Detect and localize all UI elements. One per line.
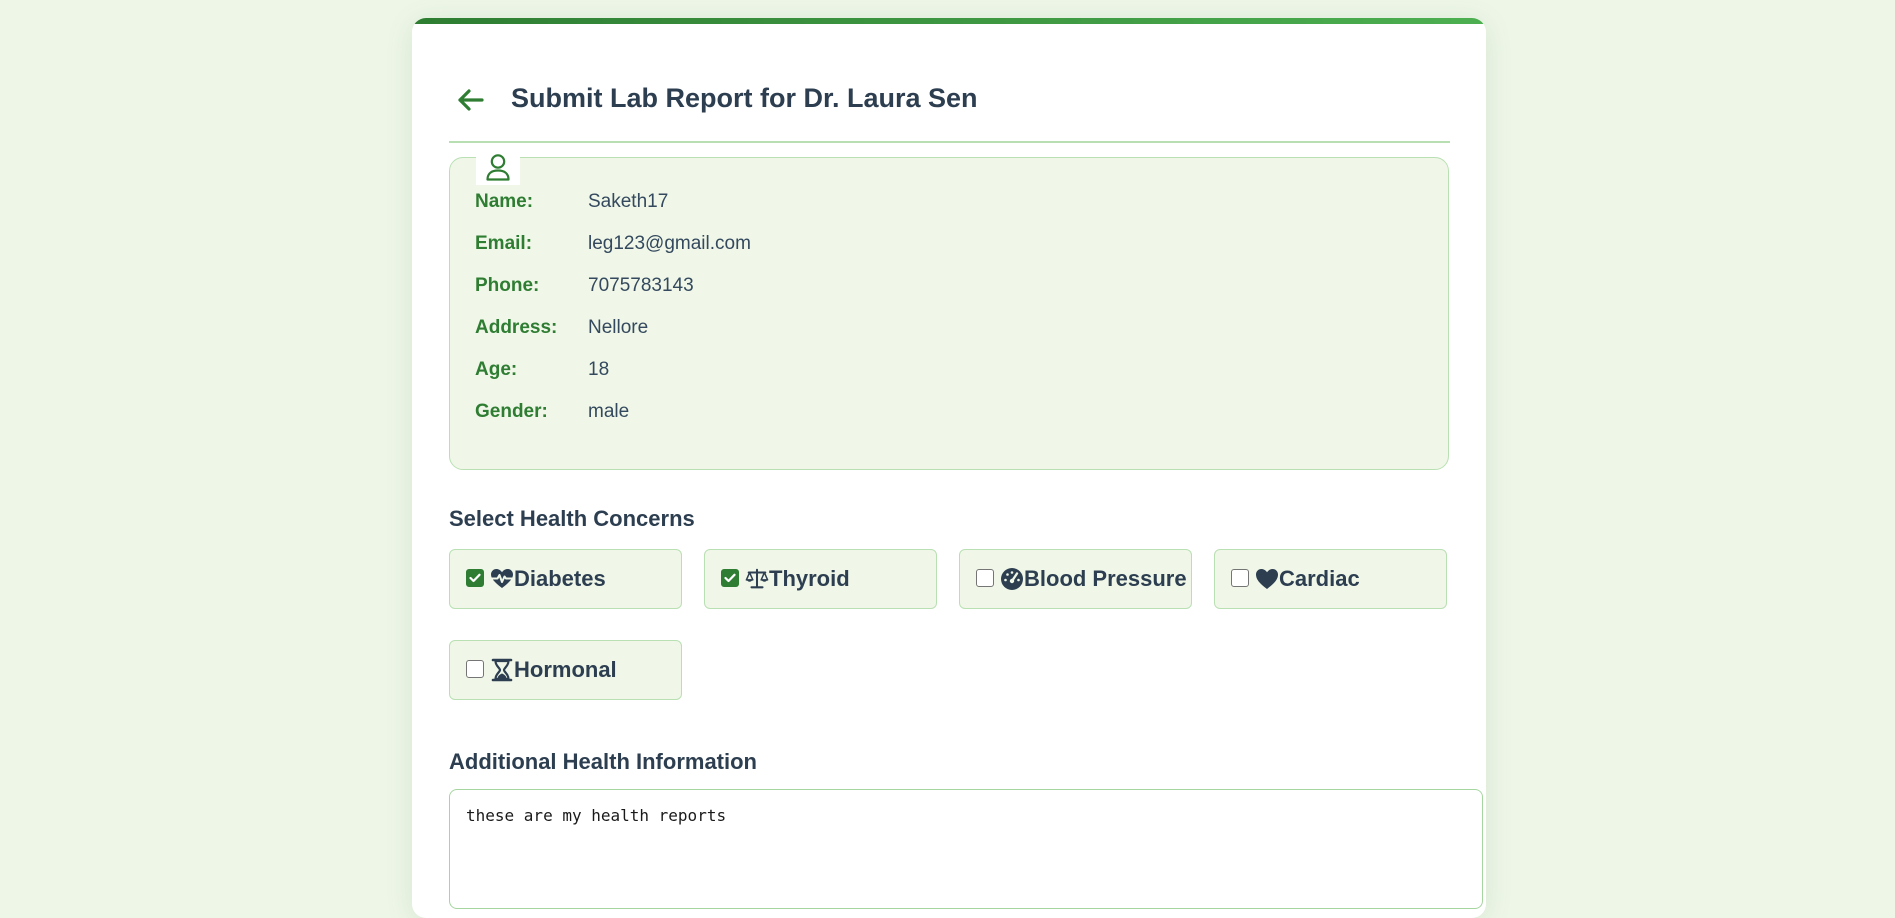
info-label: Gender: (475, 401, 548, 422)
blood-pressure-checkbox[interactable] (976, 569, 994, 587)
info-label: Address: (475, 317, 558, 338)
info-value: Nellore (588, 317, 649, 338)
info-row-gender: Gender: male (475, 401, 629, 423)
info-row-address: Address: Nellore (475, 317, 648, 339)
concern-label: Blood Pressure (1024, 566, 1187, 591)
concern-hormonal[interactable]: Hormonal (449, 640, 682, 700)
diabetes-checkbox[interactable] (466, 569, 484, 587)
info-value: Saketh17 (588, 191, 669, 212)
concern-label: Cardiac (1279, 566, 1360, 591)
info-value: 18 (588, 359, 610, 380)
back-button[interactable] (451, 80, 491, 120)
concern-label: Thyroid (769, 566, 850, 591)
info-row-name: Name: Saketh17 (475, 191, 668, 213)
info-value: 7075783143 (588, 275, 694, 296)
concern-diabetes[interactable]: Diabetes (449, 549, 682, 609)
hormonal-checkbox[interactable] (466, 660, 484, 678)
thyroid-checkbox[interactable] (721, 569, 739, 587)
scale-balanced-icon (745, 567, 769, 591)
concern-cardiac[interactable]: Cardiac (1214, 549, 1447, 609)
info-value: leg123@gmail.com (588, 233, 751, 254)
info-row-email: Email: leg123@gmail.com (475, 233, 751, 255)
arrow-left-icon (458, 88, 484, 111)
cardiac-checkbox[interactable] (1231, 569, 1249, 587)
patient-info-panel: Name: Saketh17 Email: leg123@gmail.com P… (449, 149, 1449, 470)
heart-pulse-icon (490, 567, 514, 591)
concern-thyroid[interactable]: Thyroid (704, 549, 937, 609)
health-concerns-title: Select Health Concerns (449, 506, 695, 531)
additional-info-textarea[interactable]: these are my health reports (449, 789, 1483, 909)
info-value: male (588, 401, 630, 422)
lab-report-card: Submit Lab Report for Dr. Laura Sen Name… (412, 18, 1486, 918)
heart-icon (1255, 567, 1279, 591)
hourglass-icon (490, 658, 514, 682)
info-row-phone: Phone: 7075783143 (475, 275, 694, 297)
page-title: Submit Lab Report for Dr. Laura Sen (511, 83, 978, 113)
concern-label: Hormonal (514, 657, 617, 682)
concern-blood-pressure[interactable]: Blood Pressure (959, 549, 1192, 609)
info-label: Phone: (475, 275, 540, 296)
info-label: Age: (475, 359, 518, 380)
info-label: Email: (475, 233, 533, 254)
gauge-icon (1000, 567, 1024, 591)
additional-info-title: Additional Health Information (449, 749, 757, 774)
concern-label: Diabetes (514, 566, 606, 591)
page-header: Submit Lab Report for Dr. Laura Sen (449, 58, 1450, 143)
info-row-age: Age: 18 (475, 359, 609, 381)
user-icon (476, 149, 520, 185)
info-label: Name: (475, 191, 534, 212)
